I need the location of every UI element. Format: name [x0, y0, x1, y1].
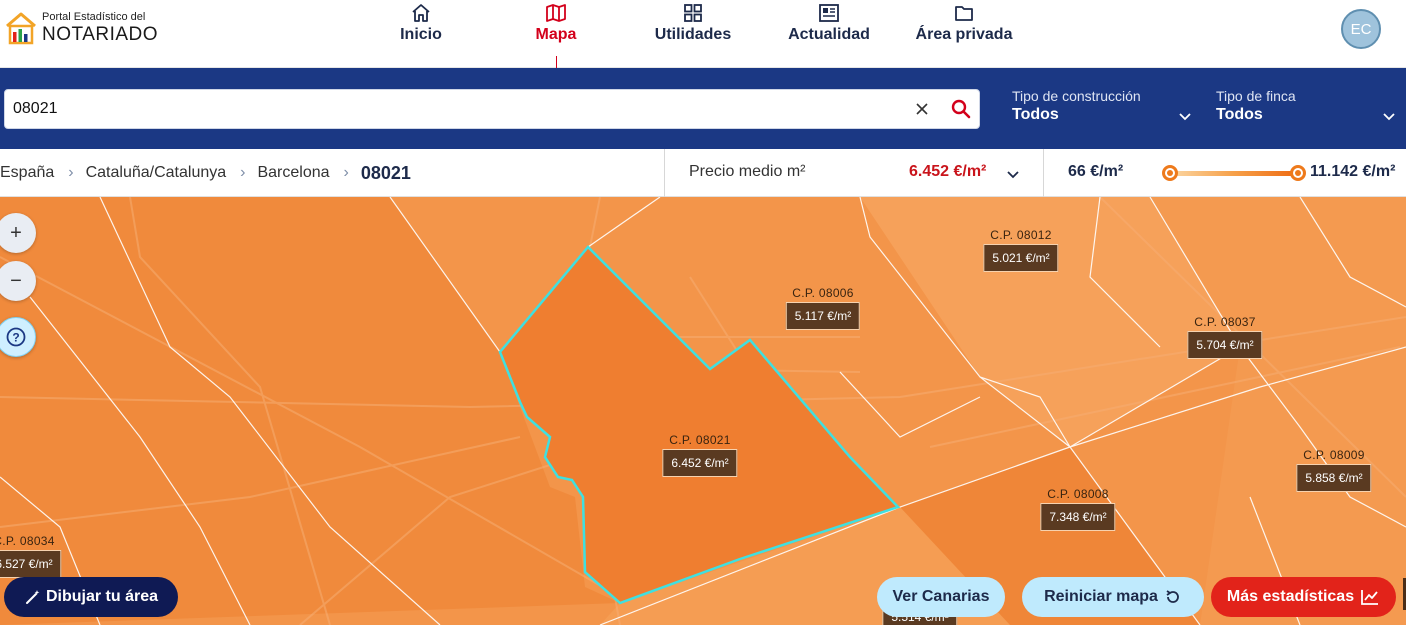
zone-label-08037[interactable]: C.P. 08037 5.704 €/m² — [1187, 315, 1263, 359]
price-metric-value: 6.452 €/m² — [909, 163, 987, 180]
zone-postal-code: C.P. 08034 — [0, 534, 55, 548]
reset-map-button[interactable]: Reiniciar mapa — [1022, 577, 1204, 617]
zone-label-08021[interactable]: C.P. 08021 6.452 €/m² — [662, 433, 738, 477]
active-nav-indicator — [556, 56, 557, 68]
breadcrumb: España › Cataluña/Catalunya › Barcelona … — [0, 149, 411, 197]
chevron-right-icon: › — [343, 164, 349, 181]
more-statistics-label: Más estadísticas — [1226, 588, 1355, 605]
newspaper-icon — [819, 4, 839, 22]
nav-label: Actualidad — [788, 26, 870, 43]
price-metric-selector[interactable]: Precio medio m² 6.452 €/m² — [665, 149, 1043, 197]
zone-label-08034[interactable]: C.P. 08034 6.527 €/m² — [0, 534, 62, 578]
zone-price-badge: 5.117 €/m² — [785, 302, 861, 330]
grid-icon — [684, 4, 702, 22]
zone-label-08009[interactable]: C.P. 08009 5.858 €/m² — [1296, 448, 1372, 492]
view-canarias-label: Ver Canarias — [892, 588, 990, 605]
draw-area-label: Dibujar tu área — [45, 588, 159, 605]
zone-price-badge: 6.527 €/m² — [0, 550, 62, 578]
nav-utilidades[interactable]: Utilidades — [648, 2, 738, 52]
home-icon — [412, 4, 430, 22]
magic-wand-icon — [25, 590, 40, 604]
price-range-track[interactable] — [1170, 171, 1298, 176]
chevron-right-icon: › — [240, 164, 246, 181]
nav-label: Inicio — [400, 26, 442, 43]
top-navigation-bar: Portal Estadístico del NOTARIADO Inicio … — [0, 0, 1406, 68]
search-band: Tipo de construcción Todos Tipo de finca… — [0, 68, 1406, 149]
zone-postal-code: C.P. 08012 — [990, 228, 1052, 242]
range-min-handle[interactable] — [1162, 165, 1178, 181]
help-glyph: ? — [12, 331, 19, 345]
filter-label: Tipo de finca — [1216, 88, 1296, 104]
nav-mapa[interactable]: Mapa — [527, 2, 585, 52]
range-min-label: 66 €/m² — [1068, 163, 1124, 180]
map-icon — [546, 4, 566, 22]
price-metric-label: Precio medio m² — [689, 163, 806, 180]
close-icon[interactable] — [912, 99, 932, 119]
zone-price-badge: 6.452 €/m² — [662, 449, 738, 477]
zone-postal-code: C.P. 08008 — [1047, 487, 1109, 501]
zone-price-badge: 5.858 €/m² — [1296, 464, 1372, 492]
zone-price-badge: 5.704 €/m² — [1187, 331, 1263, 359]
construction-type-filter[interactable]: Tipo de construcción Todos — [1012, 88, 1192, 128]
zone-postal-code: C.P. 08009 — [1303, 448, 1365, 462]
chevron-down-icon — [1007, 171, 1019, 179]
nav-area-privada[interactable]: Área privada — [912, 2, 1016, 52]
zone-postal-code: C.P. 08037 — [1194, 315, 1256, 329]
user-avatar[interactable]: EC — [1341, 9, 1381, 49]
more-statistics-button[interactable]: Más estadísticas — [1211, 577, 1396, 617]
nav-inicio[interactable]: Inicio — [392, 2, 450, 52]
search-icon[interactable] — [950, 98, 972, 120]
zone-price-badge: 7.348 €/m² — [1040, 503, 1116, 531]
chevron-down-icon — [1383, 113, 1395, 121]
nav-label: Mapa — [535, 26, 577, 43]
breadcrumb-item[interactable]: España — [0, 164, 54, 182]
filter-value: Todos — [1012, 106, 1059, 123]
range-max-handle[interactable] — [1290, 165, 1306, 181]
reset-icon — [1166, 590, 1179, 603]
help-icon: ? — [6, 327, 26, 347]
nav-label: Área privada — [915, 26, 1013, 43]
zone-label-08012[interactable]: C.P. 08012 5.021 €/m² — [983, 228, 1059, 272]
zone-postal-code: C.P. 08021 — [669, 433, 731, 447]
chevron-down-icon — [1179, 113, 1191, 121]
range-max-label: 11.142 €/m² — [1310, 163, 1396, 180]
map-canvas[interactable] — [0, 197, 1406, 625]
search-input[interactable] — [13, 90, 893, 128]
breadcrumb-item[interactable]: Cataluña/Catalunya — [86, 164, 227, 182]
property-type-filter[interactable]: Tipo de finca Todos — [1216, 88, 1396, 128]
nav-label: Utilidades — [654, 26, 732, 43]
breadcrumb-item[interactable]: Barcelona — [257, 164, 329, 182]
line-chart-icon — [1361, 590, 1379, 605]
zone-postal-code: C.P. 08006 — [792, 286, 854, 300]
chevron-right-icon: › — [68, 164, 74, 181]
breadcrumb-current: 08021 — [360, 162, 411, 183]
filter-value: Todos — [1216, 106, 1263, 123]
nav-actualidad[interactable]: Actualidad — [784, 2, 874, 52]
search-box — [4, 89, 980, 129]
filter-label: Tipo de construcción — [1012, 88, 1141, 104]
view-canarias-button[interactable]: Ver Canarias — [877, 577, 1005, 617]
main-nav: Inicio Mapa Utilidades Actualidad Área p… — [0, 0, 1406, 68]
zone-price-badge: 5.021 €/m² — [983, 244, 1059, 272]
draw-area-button[interactable]: Dibujar tu área — [4, 577, 178, 617]
divider — [1043, 149, 1044, 197]
zone-label-08006[interactable]: C.P. 08006 5.117 €/m² — [785, 286, 861, 330]
zone-label-08008[interactable]: C.P. 08008 7.348 €/m² — [1040, 487, 1116, 531]
folder-icon — [955, 6, 973, 21]
reset-map-label: Reiniciar mapa — [1044, 588, 1158, 605]
choropleth-map[interactable]: C.P. 08012 5.021 €/m² C.P. 08006 5.117 €… — [0, 197, 1406, 625]
